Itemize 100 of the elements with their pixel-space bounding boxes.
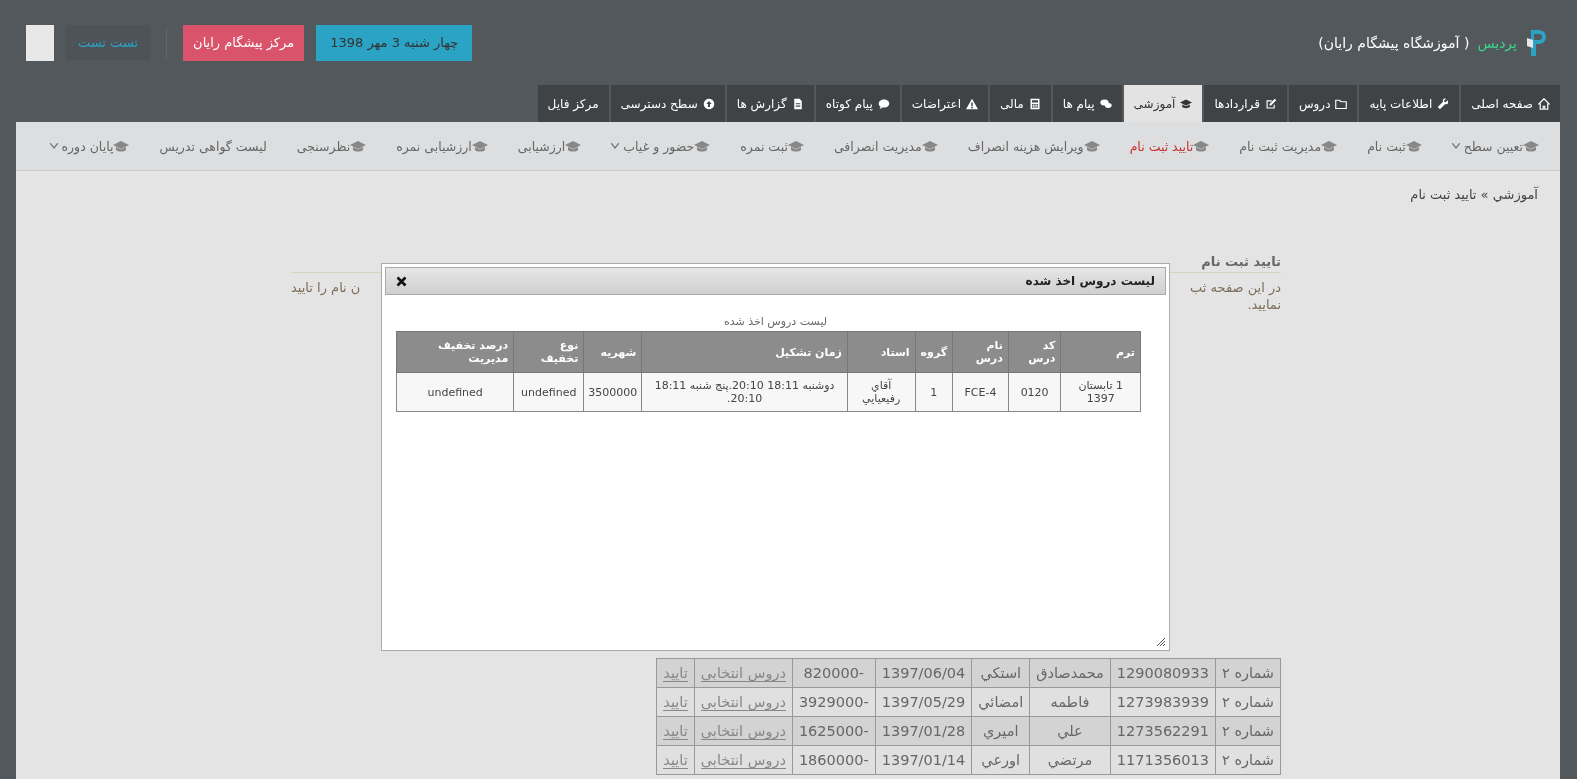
document-icon (791, 97, 804, 110)
chat-icon (1099, 97, 1112, 110)
table-cell: آقاي رفيعيايي (847, 372, 916, 412)
table-cell: علي (1029, 716, 1111, 746)
graduation-cap-icon (1321, 140, 1338, 152)
table-cell: 1290080933 (1110, 658, 1216, 688)
table-cell: 1397/05/29 (875, 687, 972, 717)
table-cell: استكي (971, 658, 1030, 688)
nav-tab[interactable]: مرکز فایل (537, 85, 609, 122)
nav-tab[interactable]: دروس (1288, 85, 1358, 122)
graduation-cap-icon (1405, 140, 1422, 152)
graduation-cap-icon (471, 140, 488, 152)
column-header: درصد تخفیف مدیریت (396, 331, 514, 373)
column-header: کد درس (1008, 331, 1061, 373)
table-cell: اورعي (971, 745, 1030, 775)
table-cell: 1 تابستان 1397 (1060, 372, 1141, 412)
table-cell: -1860000 (792, 745, 876, 775)
nav-tab[interactable]: سطح دسترسی (610, 85, 725, 122)
nav-tab[interactable]: اطلاعات پایه (1359, 85, 1460, 122)
graduation-cap-icon (1523, 140, 1539, 152)
table-cell: -3929000 (792, 687, 876, 717)
table-cell: undefined (396, 372, 514, 412)
table-cell: شماره ۲ (1215, 716, 1281, 746)
resize-grip-icon[interactable] (1156, 637, 1166, 647)
table-cell: محمدصادق (1029, 658, 1111, 688)
graduation-cap-icon (1083, 140, 1100, 152)
date-button[interactable]: چهار شنبه 3 مهر 1398 (316, 24, 473, 61)
description-text: نمایید. (1247, 296, 1281, 313)
subnav-item[interactable]: مدیریت ثبت نام (1224, 138, 1353, 154)
table-cell: مرتضي (1029, 745, 1111, 775)
table-cell: 1397/01/14 (875, 745, 972, 775)
subnav-item[interactable]: نظرسنجی (281, 138, 382, 154)
breadcrumb: آموزشي » تایید ثبت نام (1409, 185, 1540, 202)
table-cell: فاطمه (1029, 687, 1111, 717)
table-cell: 1273983939 (1110, 687, 1216, 717)
table-cell: دوشنبه 18:11 20:10.پنج شنبه 18:11 20:10. (641, 372, 848, 412)
table-cell: اميري (971, 716, 1030, 746)
center-button[interactable]: مرکز پیشگام رایان (183, 24, 305, 61)
nav-tab[interactable]: اعتراضات (901, 85, 988, 122)
graduation-cap-icon (694, 140, 711, 152)
subnav-item[interactable]: لیست گواهی تدریس (144, 138, 282, 154)
table-cell: امضائي (971, 687, 1030, 717)
table-cell: شماره ۲ (1215, 658, 1281, 688)
column-header: نام درس (952, 331, 1009, 373)
description-text: ن نام را تایید (291, 279, 361, 296)
table-cell: 1171356013 (1110, 745, 1216, 775)
subnav-item[interactable]: ثبت نام (1352, 138, 1437, 154)
description-text: در این صفحه ثب (1190, 279, 1281, 296)
table-cell: -1625000 (792, 716, 876, 746)
folder-icon (1335, 97, 1348, 110)
column-header: شهریه (583, 331, 642, 373)
nav-tab[interactable]: قراردادها (1204, 85, 1287, 122)
subnav-item[interactable]: حضور و غیاب (596, 138, 726, 154)
subnav-item[interactable]: تعیین سطح (1436, 138, 1554, 154)
table-cell: 3500000 (583, 372, 642, 412)
edit-icon (1264, 97, 1277, 110)
wrench-icon (1437, 97, 1450, 110)
table-cell: FCE-4 (952, 372, 1009, 412)
graduation-cap-icon (787, 140, 804, 152)
table-cell: 0120 (1008, 372, 1061, 412)
column-header: زمان تشکیل (641, 331, 848, 373)
table-cell: شماره ۲ (1215, 687, 1281, 717)
home-icon (1538, 97, 1550, 110)
table-caption: لیست دروس اخذ شده (722, 315, 829, 328)
table-cell: undefined (513, 372, 584, 412)
graduation-cap-icon (350, 140, 367, 152)
school-name: ( آموزشگاه پیشگام رایان) (1318, 34, 1470, 51)
table-cell: 1397/01/28 (875, 716, 972, 746)
subnav-item[interactable]: ارزشیابی (502, 138, 597, 154)
column-header: استاد (847, 331, 916, 373)
subnav-item[interactable]: ویرایش هزینه انصراف (952, 138, 1115, 154)
table-cell: 1 (915, 372, 953, 412)
table-cell: 1273562291 (1110, 716, 1216, 746)
close-icon[interactable] (396, 275, 407, 287)
table-cell: -820000 (792, 658, 876, 688)
table-cell: 1397/06/04 (875, 658, 972, 688)
warning-icon (965, 97, 978, 110)
nav-tab[interactable]: صفحه اصلی (1461, 85, 1560, 122)
calculator-icon (1028, 97, 1041, 110)
nav-tab[interactable]: پیام ها (1052, 85, 1122, 122)
subnav-item[interactable]: تایید ثبت نام (1114, 138, 1225, 154)
graduation-cap-icon (1193, 140, 1210, 152)
subnav-item[interactable]: ثبت نمره (725, 138, 819, 154)
graduation-cap-icon (565, 140, 582, 152)
column-header: نوع تخفیف (513, 331, 584, 373)
subnav-item[interactable]: مدیریت انصرافی (818, 138, 953, 154)
subnav-item[interactable]: ارزشیابی نمره (381, 138, 503, 154)
graduation-cap-icon (921, 140, 938, 152)
brand-name: پردیس (1477, 34, 1517, 51)
subnav-item[interactable]: پایان دوره (34, 138, 145, 154)
nav-tab[interactable]: آموزشی (1123, 85, 1203, 122)
nav-tab[interactable]: مالی (989, 85, 1051, 122)
column-header: گروه (915, 331, 953, 373)
nav-tab[interactable]: گزارش ها (726, 85, 814, 122)
graduation-cap-icon (1180, 97, 1193, 110)
nav-tab[interactable]: پیام کوتاه (815, 85, 900, 122)
speech-bubble-icon (877, 97, 890, 110)
user-name[interactable]: تست تست (66, 25, 151, 60)
graduation-cap-icon (113, 140, 130, 152)
avatar[interactable] (26, 24, 54, 61)
